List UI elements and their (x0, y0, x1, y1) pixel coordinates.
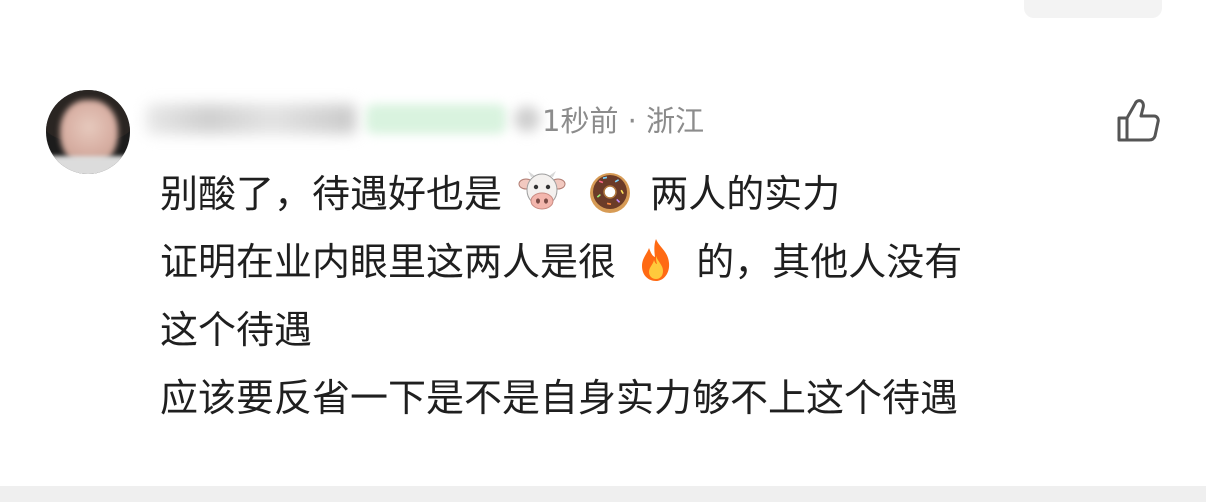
comment-text: 证明在业内眼里这两人是很 (160, 240, 617, 284)
comment-content: 别酸了，待遇好也是 两人的实力 证明在业内眼里这两人是很 的，其他人没有 这个待… (160, 160, 1170, 432)
doughnut-icon (590, 173, 631, 213)
comment-item: 1秒前 · 浙江 别酸了，待遇好也是 两人的实力 证明在业内眼里这两人是很 的，… (0, 0, 1206, 502)
comment-line-4: 应该要反省一下是不是自身实力够不上这个待遇 (160, 376, 959, 420)
comment-meta: 1秒前 · 浙江 (146, 96, 704, 142)
fire-icon (642, 239, 670, 281)
comment-line-2: 证明在业内眼里这两人是很 的，其他人没有 (160, 228, 1170, 296)
comment-line-3: 这个待遇 (160, 308, 313, 352)
thumbs-up-icon (1117, 99, 1160, 142)
comment-time-location: 1秒前 · 浙江 (542, 104, 705, 138)
bottom-divider (0, 486, 1206, 502)
like-button[interactable] (1110, 92, 1166, 148)
comment-line-1: 别酸了，待遇好也是 两人的实力 (160, 160, 1170, 228)
comment-text: 别酸了，待遇好也是 (160, 172, 503, 216)
cow-face-icon (518, 171, 566, 210)
username[interactable] (146, 104, 356, 134)
comment-text: 两人的实力 (650, 172, 841, 216)
user-badge (366, 104, 506, 134)
avatar[interactable] (46, 90, 130, 174)
badge-smudge (514, 106, 540, 132)
comment-text: 的，其他人没有 (696, 240, 963, 284)
